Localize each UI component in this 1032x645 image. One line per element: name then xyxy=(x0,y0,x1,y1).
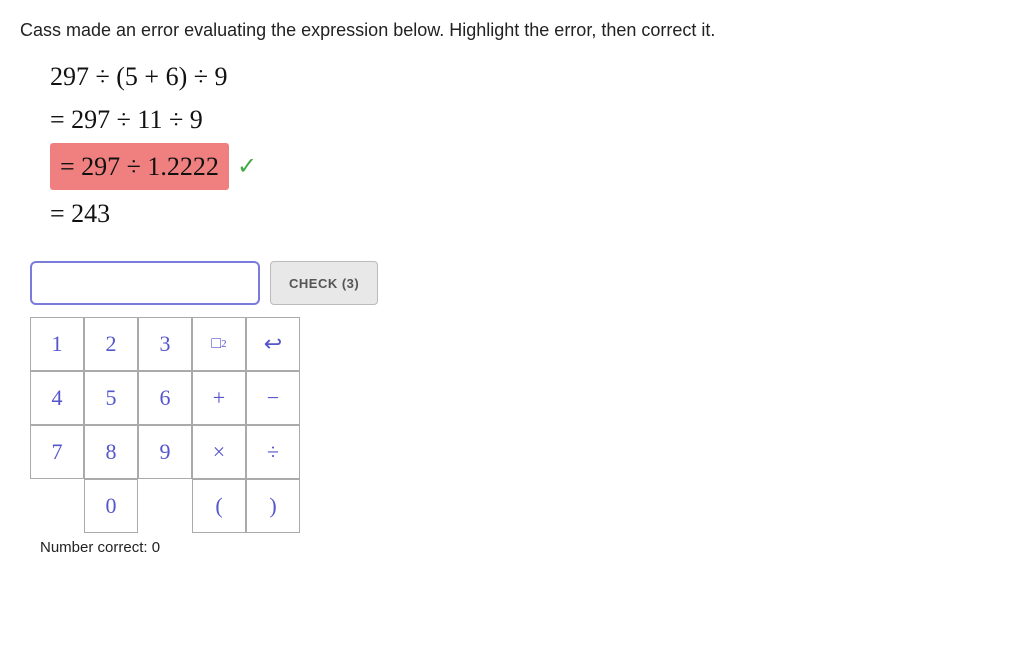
checkmark-icon: ✓ xyxy=(237,152,257,181)
calc-btn-square[interactable]: □2 xyxy=(192,317,246,371)
calc-btn-rparen[interactable]: ) xyxy=(246,479,300,533)
calc-btn-7[interactable]: 7 xyxy=(30,425,84,479)
calc-btn-2[interactable]: 2 xyxy=(84,317,138,371)
math-line-1: 297 ÷ (5 + 6) ÷ 9 xyxy=(50,57,228,96)
calculator: 1 2 3 □2 ↩ 4 5 6 + − 7 8 9 × ÷ 0 ( ) xyxy=(30,317,300,533)
calc-btn-3[interactable]: 3 xyxy=(138,317,192,371)
calc-btn-divide[interactable]: ÷ xyxy=(246,425,300,479)
calc-btn-1[interactable]: 1 xyxy=(30,317,84,371)
calc-btn-backspace[interactable]: ↩ xyxy=(246,317,300,371)
calc-btn-9[interactable]: 9 xyxy=(138,425,192,479)
calc-btn-8[interactable]: 8 xyxy=(84,425,138,479)
calc-btn-multiply[interactable]: × xyxy=(192,425,246,479)
calc-btn-plus[interactable]: + xyxy=(192,371,246,425)
number-correct-label: Number correct: 0 xyxy=(40,539,1012,556)
math-line-3-highlighted: = 297 ÷ 1.2222 xyxy=(50,143,229,190)
math-line-2: = 297 ÷ 11 ÷ 9 xyxy=(50,100,203,139)
calc-btn-5[interactable]: 5 xyxy=(84,371,138,425)
calc-btn-0[interactable]: 0 xyxy=(84,479,138,533)
answer-input[interactable] xyxy=(30,261,260,305)
calc-btn-4[interactable]: 4 xyxy=(30,371,84,425)
calc-btn-minus[interactable]: − xyxy=(246,371,300,425)
instruction-text: Cass made an error evaluating the expres… xyxy=(20,20,1012,41)
math-line-4: = 243 xyxy=(50,194,110,233)
check-button[interactable]: CHECK (3) xyxy=(270,261,378,305)
calc-btn-lparen[interactable]: ( xyxy=(192,479,246,533)
calc-btn-6[interactable]: 6 xyxy=(138,371,192,425)
